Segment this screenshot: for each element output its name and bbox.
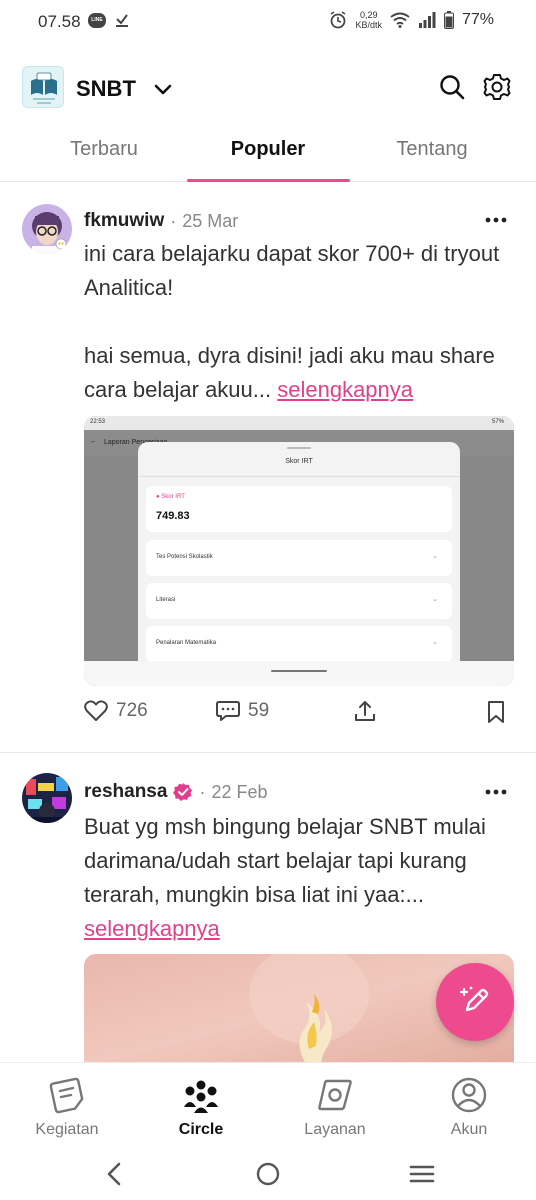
system-home-icon[interactable] <box>252 1158 284 1190</box>
tab-populer[interactable]: Populer <box>188 138 348 161</box>
status-time: 07.58 <box>38 12 81 31</box>
image-row-label: Penalaran Matematika <box>156 640 217 646</box>
tab-terbaru[interactable]: Terbaru <box>24 138 184 161</box>
image-score-sheet: Skor IRT ● Skor IRT 749.83 Tes Potensi S… <box>138 442 460 686</box>
network-speed: 0,29 KB/dtk <box>355 10 382 30</box>
alarm-icon <box>331 11 346 29</box>
post-date: 25 Mar <box>182 210 239 231</box>
image-sheet-title: Skor IRT <box>285 458 313 465</box>
post-header: fkmuwiw · 25 Mar <box>84 210 238 232</box>
post-excerpt: hai semua, dyra disini! jadi aku mau sha… <box>84 343 495 402</box>
post-title-text: ini cara belajarku dapat skor 700+ di tr… <box>84 241 500 300</box>
bookmark-icon[interactable] <box>486 700 506 724</box>
system-recents-icon[interactable] <box>406 1158 438 1190</box>
chevron-down-icon[interactable] <box>150 76 176 102</box>
post-body[interactable]: Buat yg msh bingung belajar SNBT mulai d… <box>84 810 514 946</box>
feed-tabs: Terbaru Populer Tentang <box>0 126 536 182</box>
post-header: reshansa · 22 Feb <box>84 781 268 803</box>
system-back-icon[interactable] <box>99 1158 131 1190</box>
post-date: 22 Feb <box>211 781 268 802</box>
nav-label: Layanan <box>304 1121 366 1138</box>
battery-percent: 77% <box>461 11 494 28</box>
status-bar: 07.58 LINE 0,29 KB/dtk 77% <box>0 0 536 44</box>
comment-count: 59 <box>248 700 270 721</box>
nav-label: Circle <box>178 1121 224 1138</box>
post-card[interactable]: fkmuwiw · 25 Mar ini cara belajarku dapa… <box>0 182 536 752</box>
nav-layanan[interactable]: Layanan <box>280 1075 390 1139</box>
verified-badge-icon <box>173 783 193 801</box>
image-back-arrow-icon: ← <box>90 438 97 445</box>
line-icon: LINE <box>88 12 106 28</box>
author-name[interactable]: reshansa <box>84 781 167 803</box>
nav-label: Kegiatan <box>35 1121 99 1138</box>
signal-icon <box>418 12 436 28</box>
comment-icon <box>216 701 240 721</box>
create-post-button[interactable] <box>436 963 514 1041</box>
more-options-icon[interactable] <box>484 788 508 796</box>
like-button[interactable]: 726 <box>84 700 148 722</box>
author-name[interactable]: fkmuwiw <box>84 210 164 232</box>
nav-label: Akun <box>450 1121 488 1138</box>
meta-separator: · <box>170 210 177 231</box>
comment-button[interactable]: 59 <box>216 700 269 722</box>
post-excerpt: Buat yg msh bingung belajar SNBT mulai d… <box>84 814 486 941</box>
share-icon[interactable] <box>354 700 376 722</box>
services-icon <box>318 1079 352 1111</box>
more-options-icon[interactable] <box>484 216 508 224</box>
community-title[interactable]: SNBT <box>76 76 136 102</box>
image-status-time: 22:53 <box>90 419 106 425</box>
image-score-label: Skor IRT <box>161 494 185 500</box>
wifi-icon <box>390 12 410 28</box>
like-count: 726 <box>116 700 148 721</box>
download-done-icon <box>116 14 128 27</box>
group-icon <box>184 1080 218 1113</box>
community-logo[interactable] <box>22 66 64 108</box>
profile-icon <box>451 1077 487 1113</box>
search-icon[interactable] <box>437 72 467 102</box>
image-row-label: Literasi <box>156 597 176 603</box>
nav-akun[interactable]: Akun <box>414 1075 524 1139</box>
app-bar: SNBT <box>0 62 536 116</box>
post-actions: 726 59 <box>84 700 514 730</box>
image-status-battery: 57% <box>491 419 504 425</box>
post-image[interactable]: 22:53 57% ← Laporan Pengerjaan Skor IRT … <box>84 416 514 686</box>
gear-icon[interactable] <box>482 72 512 102</box>
post-body[interactable]: ini cara belajarku dapat skor 700+ di tr… <box>84 237 514 407</box>
image-row-label: Tes Potensi Skolastik <box>156 554 213 560</box>
heart-icon <box>84 700 108 721</box>
bottom-nav: Kegiatan Circle Layanan Akun <box>0 1062 536 1148</box>
avatar[interactable] <box>22 773 72 823</box>
avatar[interactable] <box>22 204 72 254</box>
compose-pencil-icon <box>459 986 489 1012</box>
tab-tentang[interactable]: Tentang <box>352 138 512 161</box>
nav-circle[interactable]: Circle <box>146 1075 256 1139</box>
nav-kegiatan[interactable]: Kegiatan <box>12 1075 122 1139</box>
read-more-link[interactable]: selengkapnya <box>277 377 413 402</box>
system-nav-bar <box>0 1148 536 1200</box>
battery-icon <box>443 11 454 29</box>
meta-separator: · <box>199 781 206 802</box>
read-more-link[interactable]: selengkapnya <box>84 916 220 941</box>
image-score-value: 749.83 <box>156 510 190 522</box>
notes-icon <box>49 1077 84 1114</box>
